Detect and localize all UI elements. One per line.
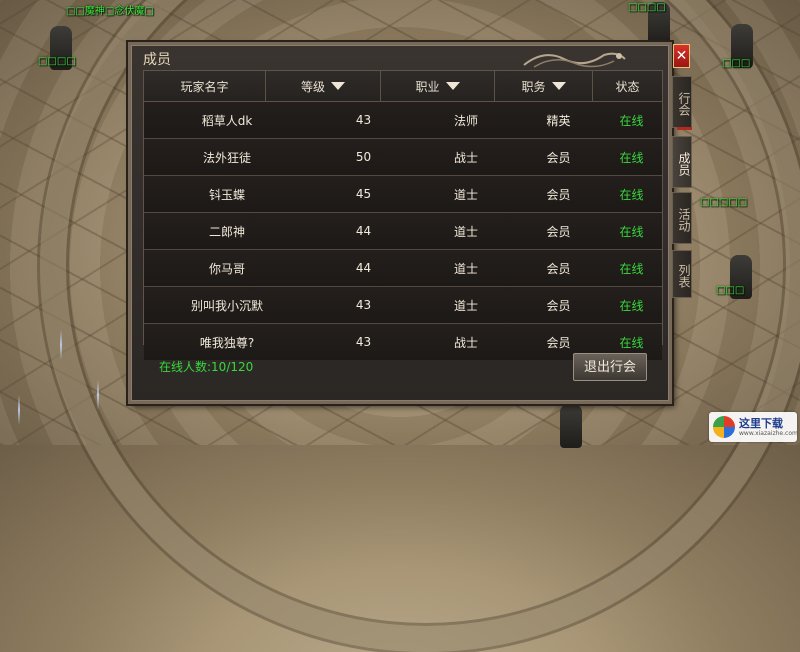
- light-sparkle: [60, 330, 62, 360]
- member-class: 道士: [453, 187, 478, 202]
- member-level: 43: [355, 335, 372, 349]
- member-status: 在线: [619, 150, 644, 165]
- member-level: 45: [355, 187, 372, 201]
- sort-triangle-icon[interactable]: [445, 82, 460, 90]
- member-class: 战士: [453, 335, 478, 350]
- npc-name-label: □□□□: [38, 56, 76, 67]
- table-row[interactable]: 你马哥 44 道士 会员 在线: [144, 250, 662, 287]
- character-sprite[interactable]: [560, 404, 582, 448]
- tab-label: 活动: [677, 208, 691, 232]
- watermark-url: www.xiazaizhe.com: [739, 430, 798, 437]
- table-row[interactable]: 钭玉蝶 45 道士 会员 在线: [144, 176, 662, 213]
- member-level: 44: [355, 224, 372, 238]
- table-row[interactable]: 别叫我小沉默 43 道士 会员 在线: [144, 287, 662, 324]
- member-class: 战士: [453, 150, 478, 165]
- member-role: 会员: [546, 150, 571, 165]
- sort-triangle-icon[interactable]: [331, 82, 345, 90]
- column-header-role[interactable]: 职务: [495, 71, 593, 101]
- column-header-label: 等级: [300, 79, 325, 94]
- column-header-level[interactable]: 等级: [266, 71, 381, 101]
- tab-list[interactable]: 列表: [672, 250, 692, 298]
- member-name: 你马哥: [208, 261, 245, 276]
- member-name: 别叫我小沉默: [190, 298, 263, 313]
- table-row[interactable]: 法外狂徒 50 战士 会员 在线: [144, 139, 662, 176]
- tab-label: 成员: [677, 152, 691, 176]
- member-status: 在线: [619, 187, 644, 202]
- table-row[interactable]: 稻草人dk 43 法师 精英 在线: [144, 102, 662, 139]
- npc-name-label: □□□□□: [700, 197, 748, 208]
- member-role: 会员: [546, 187, 571, 202]
- column-header-label: 职务: [521, 79, 546, 94]
- close-icon[interactable]: ✕: [673, 44, 690, 68]
- watermark-logo-icon: [713, 416, 735, 438]
- member-role: 会员: [546, 261, 571, 276]
- tab-guild[interactable]: 行会: [672, 76, 692, 128]
- member-level: 43: [355, 298, 372, 312]
- npc-name-label: □□□: [722, 58, 751, 69]
- member-class: 道士: [453, 298, 478, 313]
- light-sparkle: [97, 380, 99, 410]
- member-status: 在线: [619, 113, 644, 128]
- member-name: 钭玉蝶: [208, 187, 245, 202]
- column-header-class[interactable]: 职业: [381, 71, 495, 101]
- member-status: 在线: [619, 224, 644, 239]
- npc-name-label: □□□□: [628, 2, 666, 13]
- member-status: 在线: [619, 298, 644, 313]
- member-role: 会员: [546, 224, 571, 239]
- tab-label: 行会: [677, 92, 691, 116]
- member-level: 44: [355, 261, 372, 275]
- site-watermark: 这里下载 www.xiazaizhe.com: [709, 412, 798, 442]
- column-header-label: 玩家名字: [180, 79, 229, 94]
- tab-members[interactable]: 成员: [672, 136, 692, 188]
- member-status: 在线: [619, 261, 644, 276]
- online-count: 在线人数:10/120: [159, 360, 254, 374]
- tab-label: 列表: [677, 264, 691, 288]
- dragon-ornament-icon: [523, 52, 626, 68]
- panel-title: 成员: [143, 52, 171, 68]
- members-table: 玩家名字 等级 职业 职务 状态 稻草人dk 43 法师 精英 在线 法外狂徒 …: [143, 70, 663, 360]
- light-sparkle: [18, 395, 20, 425]
- member-name: 稻草人dk: [201, 113, 253, 128]
- member-level: 50: [355, 150, 372, 164]
- leave-guild-button[interactable]: 退出行会: [573, 353, 647, 381]
- member-name: 唯我独尊?: [199, 335, 255, 350]
- member-name: 法外狂徒: [202, 150, 251, 165]
- member-class: 道士: [453, 261, 478, 276]
- member-level: 43: [355, 113, 372, 127]
- table-header: 玩家名字 等级 职业 职务 状态: [144, 71, 662, 102]
- table-row[interactable]: 二郎神 44 道士 会员 在线: [144, 213, 662, 250]
- column-header-status: 状态: [593, 71, 662, 101]
- npc-name-label: □□□: [716, 285, 745, 296]
- watermark-text: 这里下载: [739, 417, 783, 430]
- member-name: 二郎神: [208, 224, 245, 239]
- column-header-label: 职业: [415, 79, 440, 94]
- npc-name-label: □□魔神□念伏魔□: [66, 6, 154, 17]
- column-header-label: 状态: [615, 79, 640, 94]
- member-role: 会员: [546, 298, 571, 313]
- column-header-name: 玩家名字: [144, 71, 266, 101]
- member-role: 精英: [546, 113, 571, 128]
- guild-members-panel: 成员 玩家名字 等级 职业 职务 状态 稻草人dk 43 法师 精英 在线 法外…: [128, 42, 672, 404]
- sort-triangle-icon[interactable]: [551, 82, 566, 90]
- tab-highlight-bar: [677, 127, 692, 130]
- tab-activities[interactable]: 活动: [672, 192, 692, 244]
- member-class: 道士: [453, 224, 478, 239]
- member-class: 法师: [453, 113, 478, 128]
